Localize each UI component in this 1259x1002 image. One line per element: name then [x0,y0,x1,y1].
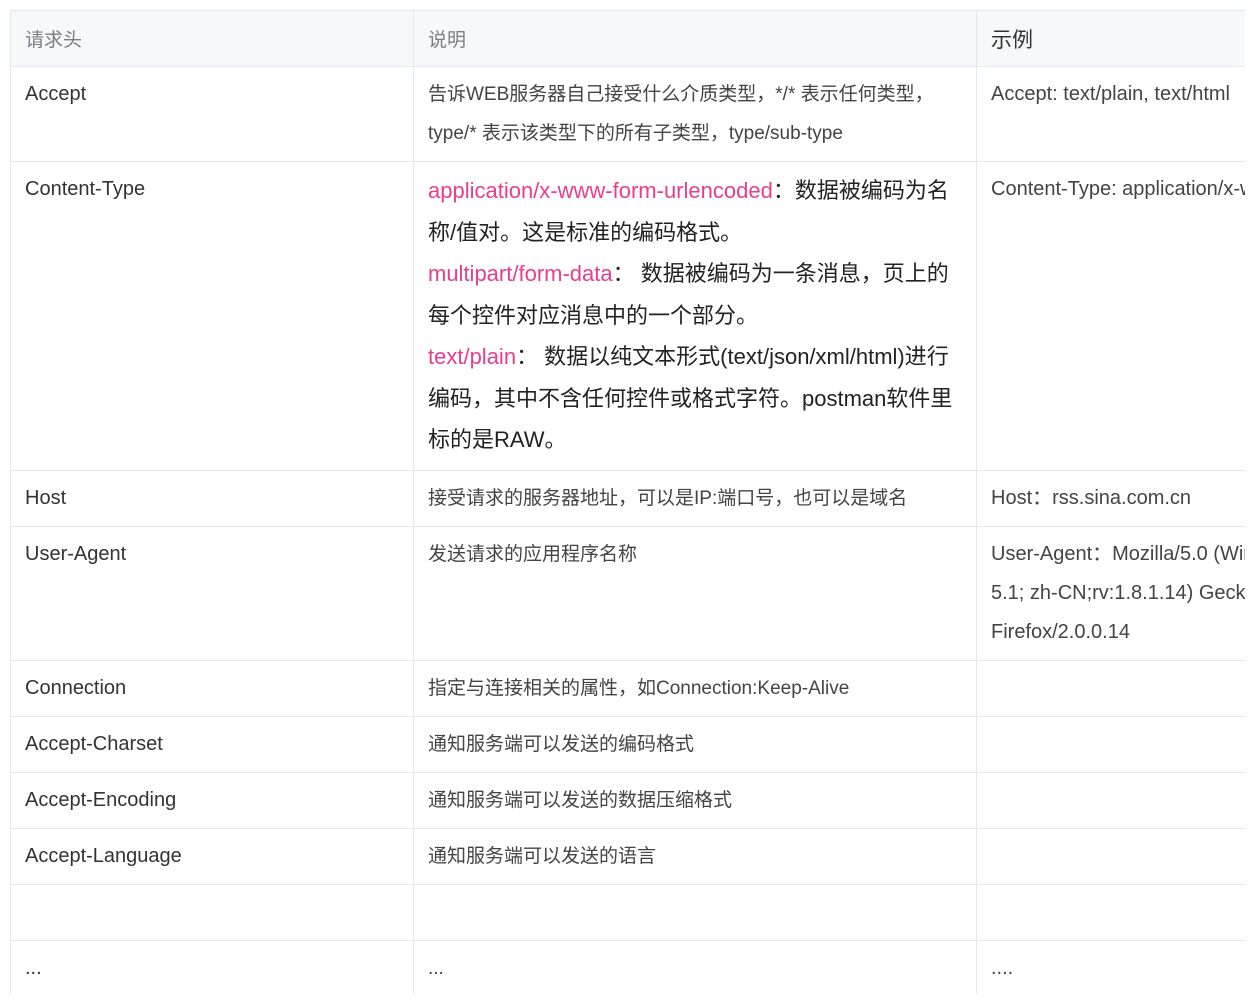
cell-name: Host [10,470,414,527]
header-example: 示例 [976,10,1245,67]
cell-name: Accept [10,66,414,162]
table-row: ... ... .... [10,940,1245,994]
keyword-text-plain: text/plain [428,344,517,369]
example-line: User-Agent：Mozilla/5.0 (Windows; U; Wind… [991,543,1245,565]
cell-example [976,660,1245,717]
header-request-header: 请求头 [10,10,414,67]
cell-example: Content-Type: application/x-www-form-url… [976,161,1245,471]
table-row: Connection 指定与连接相关的属性，如Connection:Keep-A… [10,660,1245,717]
cell-example [976,716,1245,773]
cell-name: Accept-Language [10,828,414,885]
cell-example: User-Agent：Mozilla/5.0 (Windows; U; Wind… [976,526,1245,661]
keyword-urlencoded: application/x-www-form-urlencoded [428,178,773,203]
cell-description: 指定与连接相关的属性，如Connection:Keep-Alive [413,660,977,717]
cell-name: ... [10,940,414,994]
request-headers-table: 请求头 说明 示例 Accept 告诉WEB服务器自己接受什么介质类型，*/* … [10,10,1245,994]
cell-description: 通知服务端可以发送的数据压缩格式 [413,772,977,829]
header-description: 说明 [413,10,977,67]
table-header: 请求头 说明 示例 [10,10,1245,67]
cell-description: 通知服务端可以发送的语言 [413,828,977,885]
cell-description: 接受请求的服务器地址，可以是IP:端口号，也可以是域名 [413,470,977,527]
cell-example [976,884,1245,941]
table-row [10,884,1245,941]
table-row: Accept-Encoding 通知服务端可以发送的数据压缩格式 [10,772,1245,829]
cell-description: 通知服务端可以发送的编码格式 [413,716,977,773]
table-row: Host 接受请求的服务器地址，可以是IP:端口号，也可以是域名 Host：rs… [10,470,1245,527]
table-row: Accept-Charset 通知服务端可以发送的编码格式 [10,716,1245,773]
cell-example [976,828,1245,885]
table-row: User-Agent 发送请求的应用程序名称 User-Agent：Mozill… [10,526,1245,661]
cell-description [413,884,977,941]
keyword-multipart: multipart/form-data [428,261,613,286]
cell-name: Content-Type [10,161,414,471]
table-container: 请求头 说明 示例 Accept 告诉WEB服务器自己接受什么介质类型，*/* … [10,10,1245,994]
cell-name: Connection [10,660,414,717]
cell-name: User-Agent [10,526,414,661]
table-row: Accept 告诉WEB服务器自己接受什么介质类型，*/* 表示任何类型，typ… [10,66,1245,162]
table-body: Accept 告诉WEB服务器自己接受什么介质类型，*/* 表示任何类型，typ… [10,66,1245,994]
cell-example: Accept: text/plain, text/html [976,66,1245,162]
example-line: Firefox/2.0.0.14 [991,621,1130,643]
cell-description: 发送请求的应用程序名称 [413,526,977,661]
cell-example: Host：rss.sina.com.cn [976,470,1245,527]
cell-name [10,884,414,941]
table-row: Content-Type application/x-www-form-urle… [10,161,1245,471]
cell-example [976,772,1245,829]
cell-name: Accept-Charset [10,716,414,773]
cell-name: Accept-Encoding [10,772,414,829]
table-row: Accept-Language 通知服务端可以发送的语言 [10,828,1245,885]
cell-description: ... [413,940,977,994]
example-line: 5.1; zh-CN;rv:1.8.1.14) Gecko/20080404 [991,582,1245,604]
header-row: 请求头 说明 示例 [10,10,1245,67]
cell-description: application/x-www-form-urlencoded：数据被编码为… [413,161,977,471]
cell-example: .... [976,940,1245,994]
cell-description: 告诉WEB服务器自己接受什么介质类型，*/* 表示任何类型，type/* 表示该… [413,66,977,162]
